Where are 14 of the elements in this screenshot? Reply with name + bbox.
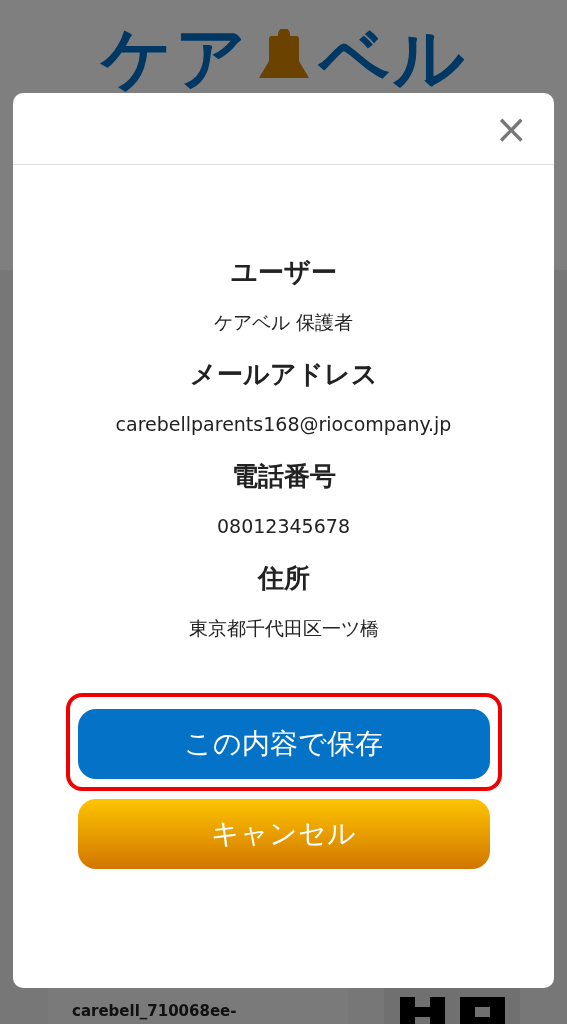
- logo-text: ベル: [318, 18, 467, 98]
- field-value: carebellparents168@riocompany.jp: [115, 412, 452, 437]
- cancel-button[interactable]: キャンセル: [77, 799, 490, 869]
- field-value: ケアベル 保護者: [213, 310, 353, 335]
- field-label: メールアドレス: [189, 358, 378, 391]
- field-value: 東京都千代田区一ツ橋: [188, 616, 379, 641]
- field-label: 住所: [257, 562, 310, 595]
- field-value: 08012345678: [217, 514, 350, 539]
- field-label: ユーザー: [230, 256, 337, 289]
- logo-text: ケア: [100, 18, 249, 98]
- field-label: 電話番号: [231, 460, 336, 493]
- save-button[interactable]: この内容で保存: [77, 709, 490, 779]
- id-text: carebell_710068ee-: [72, 1003, 238, 1019]
- close-button[interactable]: ×: [490, 108, 532, 149]
